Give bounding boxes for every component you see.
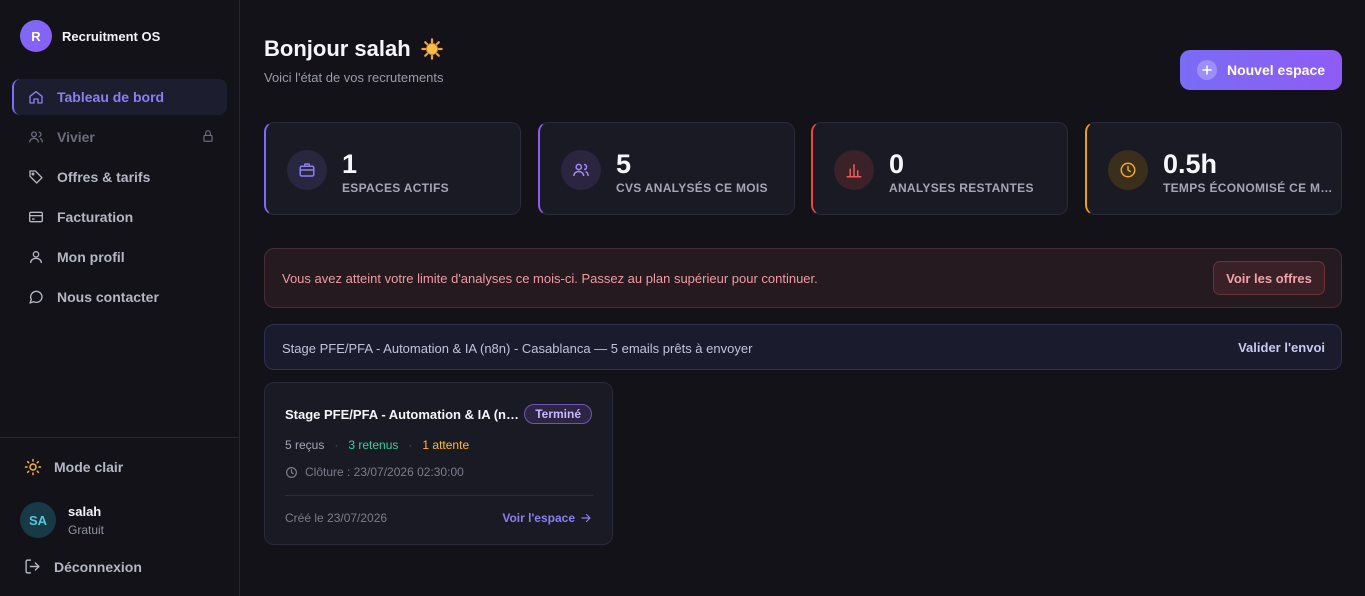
user-info: salah Gratuit <box>68 504 104 537</box>
credit-card-icon <box>27 208 45 226</box>
lock-icon <box>201 129 215 143</box>
brand-name: Recruitment OS <box>62 28 161 44</box>
closing-date: Clôture : 23/07/2026 02:30:00 <box>285 465 464 479</box>
chat-icon <box>27 288 45 306</box>
sidebar-nav: Tableau de bord Vivier Offres & tarifs F… <box>12 79 227 319</box>
stat-label: ANALYSES RESTANTES <box>889 181 1034 195</box>
sidebar-item-label: Nous contacter <box>57 289 159 305</box>
sidebar-item-label: Offres & tarifs <box>57 169 151 185</box>
status-badge: Terminé <box>524 404 592 424</box>
sidebar-item-label: Tableau de bord <box>57 89 165 105</box>
sun-emoji-icon <box>420 38 443 60</box>
users-icon <box>27 128 45 146</box>
home-icon <box>27 88 45 106</box>
stat-label: ESPACES ACTIFS <box>342 181 449 195</box>
stat-card-remaining-analyses: 0 ANALYSES RESTANTES <box>811 122 1068 215</box>
closing-text: Clôture : 23/07/2026 02:30:00 <box>305 465 464 479</box>
limit-alert: Vous avez atteint votre limite d'analyse… <box>264 248 1342 308</box>
space-stats: 5 reçus · 3 retenus · 1 attente <box>285 438 469 452</box>
briefcase-icon <box>287 150 327 190</box>
plus-icon <box>1196 60 1217 80</box>
stat-card-time-saved: 0.5h TEMPS ÉCONOMISÉ CE MOIS <box>1085 122 1342 215</box>
logout-label: Déconnexion <box>54 559 142 575</box>
space-title: Stage PFE/PFA - Automation & IA (n8n) - … <box>285 407 521 422</box>
received-count: 5 reçus <box>285 438 325 452</box>
theme-toggle[interactable]: Mode clair <box>24 458 123 476</box>
user-name: salah <box>68 503 102 519</box>
space-card[interactable]: Stage PFE/PFA - Automation & IA (n8n) - … <box>264 382 613 545</box>
sidebar-item-label: Vivier <box>57 129 95 145</box>
sidebar-item-contact[interactable]: Nous contacter <box>12 279 227 315</box>
users-icon <box>561 150 601 190</box>
new-space-button[interactable]: Nouvel espace <box>1180 50 1342 90</box>
sidebar-item-label: Mon profil <box>57 249 125 265</box>
user-profile[interactable]: SA salah Gratuit <box>20 502 104 538</box>
stat-value: 0.5h <box>1163 149 1218 179</box>
validate-send-link[interactable]: Valider l'envoi <box>1238 340 1325 355</box>
sun-icon <box>24 458 42 476</box>
logout-icon <box>24 558 42 576</box>
theme-toggle-label: Mode clair <box>54 459 124 475</box>
stat-label: CVS ANALYSÉS CE MOIS <box>616 181 768 195</box>
sidebar-item-profile[interactable]: Mon profil <box>12 239 227 275</box>
page-title: Bonjour salah <box>264 36 443 62</box>
user-icon <box>27 248 45 266</box>
sidebar-divider <box>0 437 239 438</box>
tag-icon <box>27 168 45 186</box>
view-offers-button[interactable]: Voir les offres <box>1213 261 1325 295</box>
brand[interactable]: R Recruitment OS <box>20 20 160 52</box>
sidebar: R Recruitment OS Tableau de bord Vivier … <box>0 0 240 596</box>
stat-label: TEMPS ÉCONOMISÉ CE MOIS <box>1163 181 1333 195</box>
stat-card-cvs-analyzed: 5 CVS ANALYSÉS CE MOIS <box>538 122 795 215</box>
notice-text: Stage PFE/PFA - Automation & IA (n8n) - … <box>282 341 753 356</box>
sidebar-item-label: Facturation <box>57 209 134 225</box>
view-space-label: Voir l'espace <box>502 511 575 525</box>
page-subtitle: Voici l'état de vos recrutements <box>264 70 444 85</box>
sidebar-item-offers[interactable]: Offres & tarifs <box>12 159 227 195</box>
separator: · <box>334 438 339 452</box>
clock-icon <box>1108 150 1148 190</box>
user-plan: Gratuit <box>68 522 105 537</box>
new-space-label: Nouvel espace <box>1226 62 1326 78</box>
alert-text: Vous avez atteint votre limite d'analyse… <box>282 271 818 286</box>
send-notice: Stage PFE/PFA - Automation & IA (n8n) - … <box>264 324 1342 370</box>
separator: · <box>408 438 413 452</box>
brand-logo: R <box>20 20 52 52</box>
stat-card-active-spaces: 1 ESPACES ACTIFS <box>264 122 521 215</box>
created-date: Créé le 23/07/2026 <box>285 511 388 525</box>
stat-value: 0 <box>889 149 905 179</box>
retained-count: 3 retenus <box>348 438 399 452</box>
sidebar-item-vivier[interactable]: Vivier <box>12 119 227 155</box>
card-divider <box>285 495 593 496</box>
bar-chart-icon <box>834 150 874 190</box>
sidebar-item-billing[interactable]: Facturation <box>12 199 227 235</box>
pending-count: 1 attente <box>422 438 470 452</box>
arrow-right-icon <box>580 512 592 524</box>
avatar: SA <box>20 502 56 538</box>
sidebar-item-dashboard[interactable]: Tableau de bord <box>12 79 227 115</box>
stat-value: 1 <box>342 149 358 179</box>
stat-value: 5 <box>616 149 632 179</box>
logout-button[interactable]: Déconnexion <box>24 558 142 576</box>
view-space-link[interactable]: Voir l'espace <box>502 511 592 525</box>
greeting: Bonjour salah <box>264 36 411 61</box>
clock-icon <box>285 466 298 479</box>
